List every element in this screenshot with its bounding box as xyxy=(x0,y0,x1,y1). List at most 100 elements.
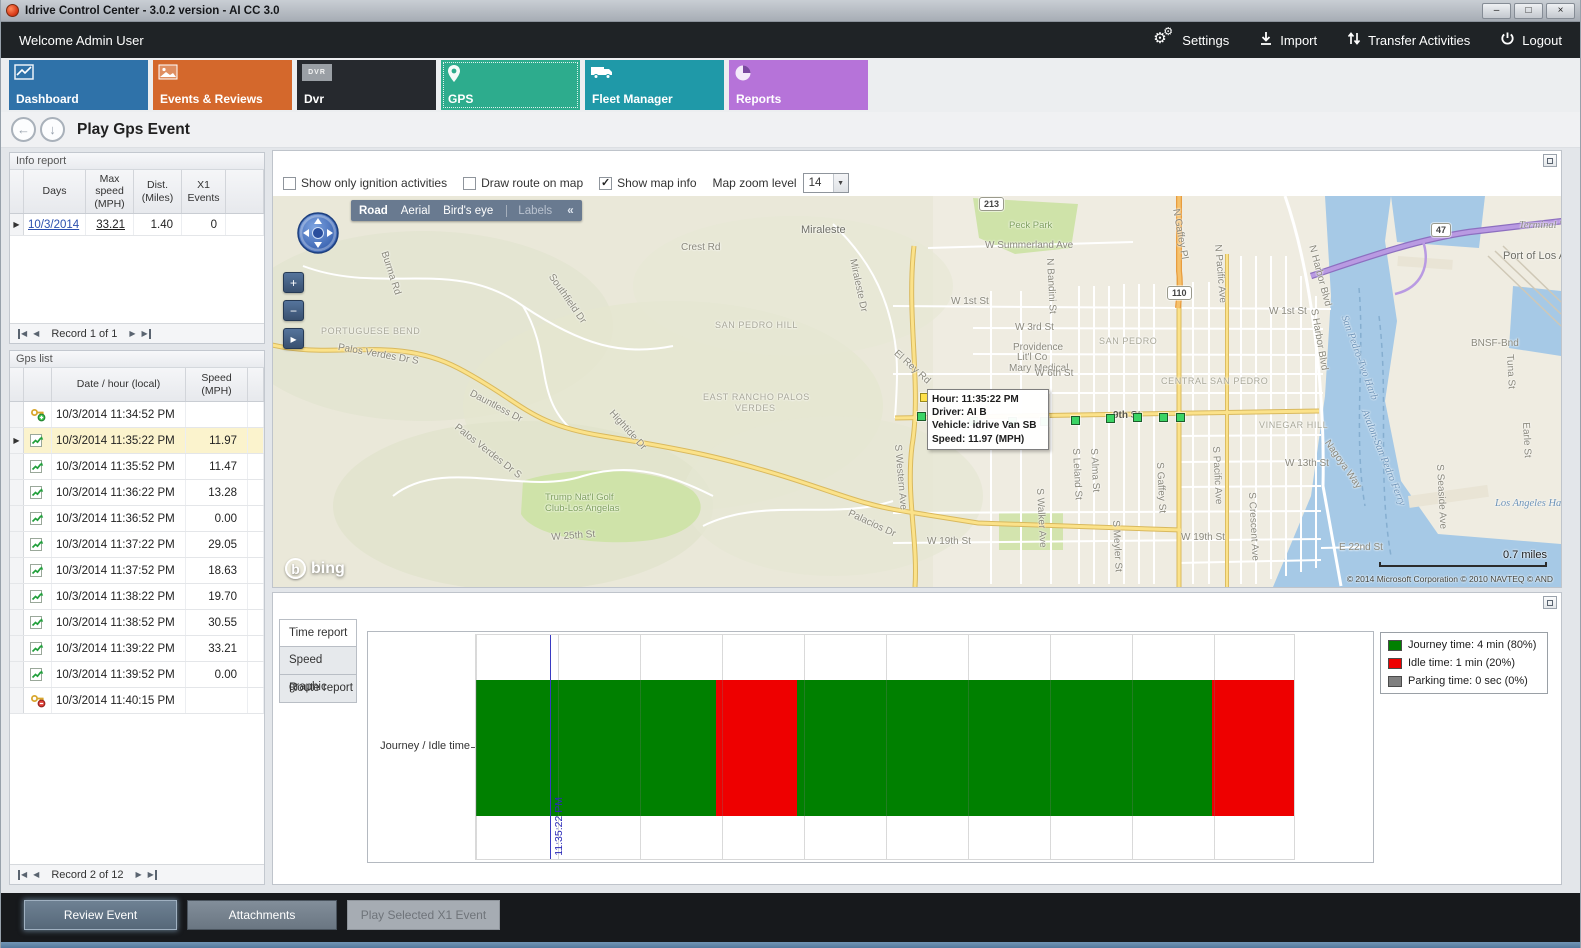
row-indicator xyxy=(10,558,24,583)
header-date-hour[interactable]: Date / hour (local) xyxy=(52,368,186,401)
review-event-button[interactable]: Review Event xyxy=(24,900,177,930)
pager-first-button[interactable]: ◀ xyxy=(18,870,27,880)
gps-point-icon xyxy=(24,558,52,583)
tile-dashboard[interactable]: Dashboard xyxy=(9,60,148,110)
checkbox-icon[interactable] xyxy=(463,177,476,190)
tab-time-report[interactable]: Time report xyxy=(279,619,357,647)
legend-label: Parking time: 0 sec (0%) xyxy=(1408,675,1528,687)
pager-last-button[interactable]: ▶ xyxy=(148,870,157,880)
pager-first-button[interactable]: ◀ xyxy=(18,329,27,339)
map-zoom-out-button[interactable]: − xyxy=(283,300,304,321)
tab-route-report[interactable]: Route report xyxy=(279,675,357,703)
pager-next-button[interactable]: ▶ xyxy=(135,870,141,880)
gps-point-marker[interactable] xyxy=(1133,413,1142,422)
pager-last-button[interactable]: ▶ xyxy=(142,329,151,339)
checkbox-label: Show map info xyxy=(617,176,696,190)
bing-logo-text: bing xyxy=(311,560,345,578)
gps-list-row[interactable]: 10/3/2014 11:35:52 PM11.47 xyxy=(10,454,264,480)
gps-point-marker[interactable] xyxy=(1071,416,1080,425)
download-event-button[interactable]: ↓ xyxy=(40,117,65,142)
close-button[interactable]: × xyxy=(1546,3,1575,19)
map-option-draw-route-on-map[interactable]: Draw route on map xyxy=(463,176,583,190)
tab-speed-graphic[interactable]: Speed graphic xyxy=(279,647,357,675)
tile-reports[interactable]: Reports xyxy=(729,60,868,110)
map-zoom-value: 14 xyxy=(804,174,833,192)
gps-list-row[interactable]: 10/3/2014 11:34:52 PM xyxy=(10,402,264,428)
row-indicator xyxy=(10,688,24,713)
tile-label: Dashboard xyxy=(16,92,79,106)
pie-chart-icon xyxy=(734,64,752,87)
tile-label: GPS xyxy=(448,92,473,106)
gps-point-marker[interactable] xyxy=(1159,413,1168,422)
gps-point-marker[interactable] xyxy=(1106,414,1115,423)
gps-point-marker[interactable] xyxy=(1176,413,1185,422)
gps-list-row[interactable]: 10/3/2014 11:37:22 PM29.05 xyxy=(10,532,264,558)
map-compass-control[interactable] xyxy=(295,210,341,261)
tile-fleet-manager[interactable]: Fleet Manager xyxy=(585,60,724,110)
map-pin-icon xyxy=(446,64,462,89)
play-selected-x1-event-button: Play Selected X1 Event xyxy=(347,900,500,930)
header-max-speed[interactable]: Max speed (MPH) xyxy=(86,170,134,213)
map-menu-collapse-button[interactable]: « xyxy=(567,205,573,217)
header-indicator xyxy=(10,368,24,401)
gps-row-datetime: 10/3/2014 11:35:52 PM xyxy=(52,454,186,479)
tile-gps[interactable]: GPS xyxy=(441,60,580,110)
gps-list-row[interactable]: 10/3/2014 11:39:52 PM0.00 xyxy=(10,662,264,688)
gps-list-row[interactable]: 10/3/2014 11:38:52 PM30.55 xyxy=(10,610,264,636)
gps-point-marker[interactable] xyxy=(917,412,926,421)
map-view-tab-bird-s-eye[interactable]: Bird's eye xyxy=(443,205,493,217)
map-zoom-in-button[interactable]: + xyxy=(283,272,304,293)
map-view-tab-labels[interactable]: Labels xyxy=(506,205,552,217)
info-distance-cell: 1.40 xyxy=(134,214,182,235)
info-report-row[interactable]: ▶ 10/3/2014 33.21 1.40 0 xyxy=(10,214,264,236)
gps-list-row[interactable]: 10/3/2014 11:38:22 PM19.70 xyxy=(10,584,264,610)
gps-row-filler xyxy=(248,662,264,687)
gps-list-row[interactable]: ▶10/3/2014 11:35:22 PM11.97 xyxy=(10,428,264,454)
map-view-tab-aerial[interactable]: Aerial xyxy=(401,205,430,217)
map-zoom-select[interactable]: 14 ▼ xyxy=(803,173,849,193)
legend-item-parking: Parking time: 0 sec (0%) xyxy=(1388,675,1540,687)
map-view-tab-road[interactable]: Road xyxy=(359,205,388,217)
info-max-speed-cell[interactable]: 33.21 xyxy=(86,214,134,235)
header-x1-events[interactable]: X1 Events xyxy=(182,170,226,213)
bing-map[interactable]: MiralestePeck ParkW Summerland AveCrest … xyxy=(273,196,1561,587)
import-button[interactable]: Import xyxy=(1259,31,1317,49)
collapse-map-panel-button[interactable] xyxy=(1543,154,1557,167)
tile-dvr[interactable]: DVR Dvr xyxy=(297,60,436,110)
pager-record-text: Record 1 of 1 xyxy=(51,328,117,340)
time-cursor[interactable] xyxy=(550,635,551,859)
map-option-show-map-info[interactable]: ✓ Show map info xyxy=(599,176,696,190)
map-option-show-only-ignition-activities[interactable]: Show only ignition activities xyxy=(283,176,447,190)
minimize-button[interactable]: – xyxy=(1482,3,1511,19)
settings-button[interactable]: ⚙⚙ Settings xyxy=(1153,31,1229,49)
tile-events-reviews[interactable]: Events & Reviews xyxy=(153,60,292,110)
logout-button[interactable]: Logout xyxy=(1500,31,1562,49)
gps-row-speed: 29.05 xyxy=(186,532,248,557)
checkbox-icon[interactable]: ✓ xyxy=(599,177,612,190)
gps-list-row[interactable]: 10/3/2014 11:36:52 PM0.00 xyxy=(10,506,264,532)
gps-list-row[interactable]: 10/3/2014 11:40:15 PM xyxy=(10,688,264,714)
pager-prev-button[interactable]: ◀ xyxy=(33,870,39,880)
gps-row-speed: 18.63 xyxy=(186,558,248,583)
maximize-button[interactable]: □ xyxy=(1514,3,1543,19)
header-speed[interactable]: Speed (MPH) xyxy=(186,368,248,401)
module-tiles: Dashboard Events & Reviews DVR Dvr GPS F… xyxy=(1,58,1580,112)
tile-label: Dvr xyxy=(304,92,324,106)
gps-list-row[interactable]: 10/3/2014 11:36:22 PM13.28 xyxy=(10,480,264,506)
collapse-chart-panel-button[interactable] xyxy=(1543,596,1557,609)
transfer-activities-button[interactable]: Transfer Activities xyxy=(1347,31,1470,49)
back-button[interactable]: ← xyxy=(11,117,36,142)
header-distance[interactable]: Dist. (Miles) xyxy=(134,170,182,213)
attachments-button[interactable]: Attachments xyxy=(187,900,337,930)
pager-prev-button[interactable]: ◀ xyxy=(33,329,39,339)
gps-list-row[interactable]: 10/3/2014 11:39:22 PM33.21 xyxy=(10,636,264,662)
chart-legend: Journey time: 4 min (80%)Idle time: 1 mi… xyxy=(1380,632,1548,694)
info-days-cell[interactable]: 10/3/2014 xyxy=(24,214,86,235)
gps-list-row[interactable]: 10/3/2014 11:37:52 PM18.63 xyxy=(10,558,264,584)
header-days[interactable]: Days xyxy=(24,170,86,213)
date-link[interactable]: 10/3/2014 xyxy=(28,219,79,231)
map-pan-button[interactable]: ▸ xyxy=(283,328,304,349)
pager-next-button[interactable]: ▶ xyxy=(129,329,135,339)
checkbox-icon[interactable] xyxy=(283,177,296,190)
max-speed-link[interactable]: 33.21 xyxy=(96,219,125,231)
